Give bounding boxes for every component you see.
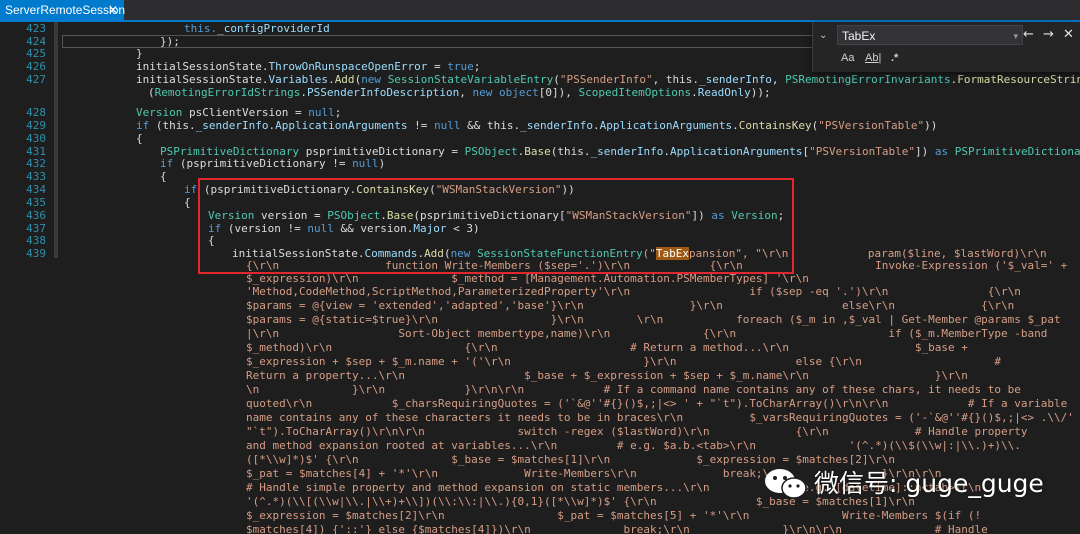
line-number: 430	[26, 132, 46, 145]
code-line: quoted\r\n $_charsRequiringQuotes = ('`&…	[246, 397, 1068, 410]
code-line: and method expansion rooted at variables…	[246, 439, 1021, 452]
code-area[interactable]: this._configProviderId }); } initialSess…	[62, 22, 1080, 534]
find-input[interactable]: TabEx ▾	[837, 25, 1023, 45]
code-line: $_expression = $matches[2]\r\n $_pat = $…	[246, 509, 982, 522]
code-line: initialSessionState.Variables.Add(new Se…	[136, 73, 1080, 86]
code-line: "`t").ToCharArray()\r\n\r\n switch -rege…	[246, 425, 1028, 438]
line-number: 428	[26, 106, 46, 119]
code-line: this._configProviderId	[184, 22, 330, 35]
code-line: {	[184, 196, 191, 209]
code-line: 'Method,CodeMethod,ScriptMethod,Paramete…	[246, 285, 1021, 298]
line-number: 426	[26, 60, 46, 73]
code-line: if (psprimitiveDictionary != null)	[160, 157, 386, 170]
code-line: ([*\\w]*)$' {\r\n $_base = $matches[1]\r…	[246, 453, 896, 466]
change-indicator-margin	[52, 22, 60, 534]
code-editor[interactable]: 423 424 425 426 427 428 429 430 431 432 …	[0, 22, 1080, 534]
tab-bar: ServerRemoteSession ✕	[0, 0, 1080, 22]
code-line: }	[136, 47, 143, 60]
line-number: 435	[26, 196, 46, 209]
code-line: });	[160, 35, 180, 48]
line-number: 439	[26, 247, 46, 260]
expand-replace-toggle[interactable]: ⌄	[819, 30, 827, 41]
line-number: 438	[26, 234, 46, 247]
code-line: {	[136, 132, 143, 145]
code-line: |\r\n Sort-Object membertype,name)\r\n {…	[246, 327, 1048, 340]
line-number: 425	[26, 47, 46, 60]
code-line: $matches[4]) {'::'} else {$matches[4]})\…	[246, 523, 988, 534]
line-number: 429	[26, 119, 46, 132]
code-line: $_method)\r\n {\r\n # Return a method...…	[246, 341, 968, 354]
code-line: Return a property...\r\n $_base + $_expr…	[246, 369, 968, 382]
line-number: 427	[26, 73, 46, 86]
tab-server-remote-session[interactable]: ServerRemoteSession ✕	[0, 0, 125, 20]
regex-button[interactable]: .*	[891, 52, 898, 64]
code-line: $params = @{view = 'extended','adapted',…	[246, 299, 1015, 312]
code-line: (RemotingErrorIdStrings.PSSenderInfoDesc…	[148, 86, 771, 99]
find-query: TabEx	[842, 29, 876, 43]
line-number-gutter: 423 424 425 426 427 428 429 430 431 432 …	[0, 22, 50, 534]
close-icon[interactable]: ✕	[1063, 27, 1074, 42]
line-number: 436	[26, 209, 46, 222]
code-line: $params = @{static=$true}\r\n }\r\n \r\n…	[246, 313, 1061, 326]
code-line: initialSessionState.ThrowOnRunspaceOpenE…	[136, 60, 481, 73]
find-widget: ⌄ TabEx ▾ ← → ✕ Aa Ab| .*	[812, 22, 1080, 72]
line-number: 433	[26, 170, 46, 183]
code-line: {	[160, 170, 167, 183]
find-previous-button[interactable]: ←	[1023, 27, 1034, 42]
close-icon[interactable]: ✕	[108, 0, 118, 20]
match-case-button[interactable]: Aa	[841, 52, 854, 64]
annotation-red-box	[198, 178, 794, 274]
line-number: 423	[26, 22, 46, 35]
code-line: if (this._senderInfo.ApplicationArgument…	[136, 119, 938, 132]
find-next-button[interactable]: →	[1043, 27, 1054, 42]
change-marker	[54, 22, 58, 258]
whole-word-button[interactable]: Ab|	[865, 52, 881, 64]
code-line: $_expression + $sep + $_m.name + '('\r\n…	[246, 355, 1001, 368]
code-line: Version psClientVersion = null;	[136, 106, 342, 119]
watermark-text: 微信号: guge_guge	[814, 469, 1044, 498]
wechat-icon	[765, 469, 807, 499]
line-number: 434	[26, 183, 46, 196]
chevron-down-icon[interactable]: ▾	[1013, 26, 1018, 46]
code-line: name contains any of these characters it…	[246, 411, 1080, 424]
line-number: 432	[26, 157, 46, 170]
code-line: \n }\r\n }\r\n\r\n # If a command name c…	[246, 383, 1021, 396]
